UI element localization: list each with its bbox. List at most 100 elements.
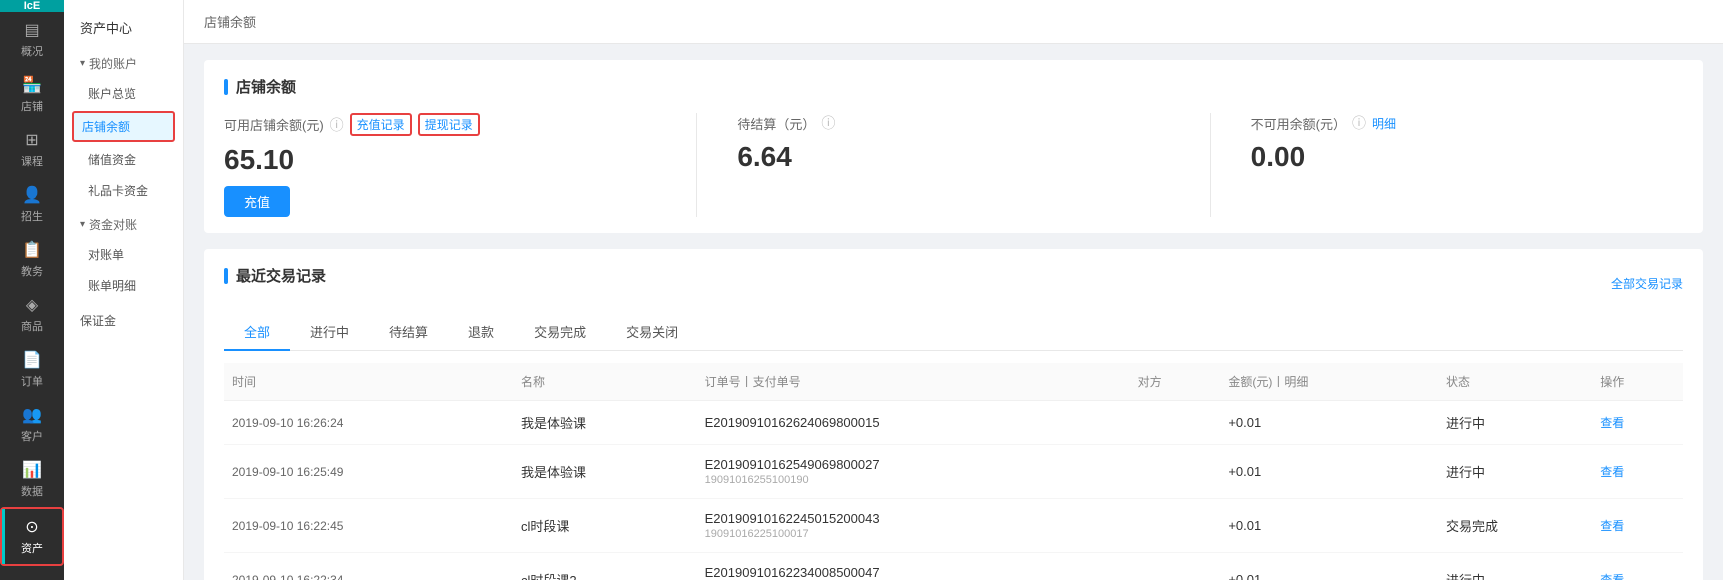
- tab-pending[interactable]: 待结算: [369, 314, 448, 351]
- tab-refund[interactable]: 退款: [448, 314, 514, 351]
- cell-time: 2019-09-10 16:22:45: [224, 499, 513, 553]
- course-icon: ⊞: [25, 130, 38, 150]
- tab-complete[interactable]: 交易完成: [514, 314, 606, 351]
- sidebar-label-teacher: 教务: [21, 263, 43, 279]
- info-icon[interactable]: ⓘ: [330, 115, 344, 135]
- cell-counterpart: [1130, 401, 1221, 445]
- records-header: 最近交易记录 全部交易记录: [224, 265, 1683, 302]
- balance-col-pending: 待结算（元） ⓘ 6.64: [737, 113, 1169, 183]
- records-card: 最近交易记录 全部交易记录 全部 进行中 待结算 退款 交易完成 交易关闭 时间…: [204, 249, 1703, 580]
- sidebar-label-recruit: 招生: [21, 208, 43, 224]
- nav-item-gift-card[interactable]: 礼品卡资金: [64, 175, 183, 206]
- detail-link[interactable]: 明细: [1372, 115, 1396, 132]
- col-action: 操作: [1592, 363, 1683, 401]
- pending-info-icon[interactable]: ⓘ: [821, 113, 835, 133]
- nav-item-deposit[interactable]: 保证金: [64, 305, 183, 336]
- cell-action[interactable]: 查看: [1592, 445, 1683, 499]
- sidebar-label-asset: 资产: [21, 540, 43, 556]
- cell-amount: +0.01: [1220, 401, 1438, 445]
- recharge-record-link[interactable]: 充值记录: [350, 113, 412, 136]
- customer-icon: 👥: [22, 405, 42, 425]
- sidebar-label-order: 订单: [21, 373, 43, 389]
- cell-name: 我是体验课: [513, 445, 697, 499]
- balance-col-unavailable: 不可用余额(元） ⓘ 明细 0.00: [1251, 113, 1683, 183]
- col-counterpart: 对方: [1130, 363, 1221, 401]
- cell-time: 2019-09-10 16:26:24: [224, 401, 513, 445]
- nav-item-account-detail[interactable]: 账单明细: [64, 270, 183, 301]
- nav-section-account-title[interactable]: ▾ 我的账户: [64, 49, 183, 78]
- sidebar-item-order[interactable]: 📄 订单: [0, 342, 64, 397]
- cell-amount: +0.01: [1220, 553, 1438, 580]
- available-balance-value: 65.10: [224, 144, 656, 176]
- nav-item-account-overview[interactable]: 账户总览: [64, 78, 183, 109]
- cell-status: 进行中: [1438, 401, 1592, 445]
- balance-section-title: 店铺余额: [224, 76, 1683, 97]
- cell-amount: +0.01: [1220, 445, 1438, 499]
- balance-divider: [696, 113, 697, 217]
- sidebar-item-overview[interactable]: ▤ 概况: [0, 12, 64, 67]
- apps-icon: ⚏: [25, 574, 39, 580]
- cell-name: 我是体验课: [513, 401, 697, 445]
- main-content: 店铺余额 店铺余额 可用店铺余额(元) ⓘ 充值记录 提现记录 65.10 充值: [184, 0, 1723, 580]
- arrow-down-icon: ▾: [80, 58, 85, 69]
- cell-action[interactable]: 查看: [1592, 401, 1683, 445]
- store-icon: 🏪: [22, 75, 42, 95]
- nav-section-reconciliation-title[interactable]: ▾ 资金对账: [64, 210, 183, 239]
- sidebar-item-apps[interactable]: ⚏ 应用: [0, 566, 64, 580]
- sidebar-item-goods[interactable]: ◈ 商品: [0, 287, 64, 342]
- nav-item-stored-value[interactable]: 储值资金: [64, 144, 183, 175]
- col-name: 名称: [513, 363, 697, 401]
- balance-row: 可用店铺余额(元) ⓘ 充值记录 提现记录 65.10 充值 待结算（元） ⓘ …: [224, 113, 1683, 217]
- cell-counterpart: [1130, 499, 1221, 553]
- cell-order: E20190910162624069800015: [697, 401, 1130, 445]
- sidebar-bottom: ⚏ 应用 ⚙ 设置: [0, 566, 64, 580]
- sidebar-item-store[interactable]: 🏪 店铺: [0, 67, 64, 122]
- cell-counterpart: [1130, 445, 1221, 499]
- second-nav-title: 资产中心: [64, 10, 183, 45]
- sidebar-item-asset[interactable]: ⊙ 资产: [0, 507, 64, 566]
- cell-time: 2019-09-10 16:25:49: [224, 445, 513, 499]
- nav-item-reconciliation[interactable]: 对账单: [64, 239, 183, 270]
- tab-group: 全部 进行中 待结算 退款 交易完成 交易关闭: [224, 314, 1683, 351]
- cell-amount: +0.01: [1220, 499, 1438, 553]
- nav-item-store-balance[interactable]: 店铺余额: [72, 111, 175, 142]
- cell-action[interactable]: 查看: [1592, 553, 1683, 580]
- withdraw-record-link[interactable]: 提现记录: [418, 113, 480, 136]
- goods-icon: ◈: [26, 295, 38, 315]
- cell-order: E20190910162549069800027 190910162551001…: [697, 445, 1130, 499]
- cell-status: 进行中: [1438, 553, 1592, 580]
- unavailable-balance-value: 0.00: [1251, 141, 1683, 173]
- records-table: 时间 名称 订单号丨支付单号 对方 金额(元)丨明细 状态 操作 2019-09…: [224, 363, 1683, 580]
- recruit-icon: 👤: [22, 185, 42, 205]
- tab-all[interactable]: 全部: [224, 314, 290, 351]
- nav-section-other: 保证金: [64, 305, 183, 336]
- cell-action[interactable]: 查看: [1592, 499, 1683, 553]
- sidebar-label-course: 课程: [21, 153, 43, 169]
- sidebar-item-customer[interactable]: 👥 客户: [0, 397, 64, 452]
- tab-closed[interactable]: 交易关闭: [606, 314, 698, 351]
- sidebar-item-data[interactable]: 📊 数据: [0, 452, 64, 507]
- data-icon: 📊: [22, 460, 42, 480]
- sidebar-item-teacher[interactable]: 📋 教务: [0, 232, 64, 287]
- pending-balance-value: 6.64: [737, 141, 1169, 173]
- sidebar-item-recruit[interactable]: 👤 招生: [0, 177, 64, 232]
- sidebar-item-course[interactable]: ⊞ 课程: [0, 122, 64, 177]
- content-area: 店铺余额 可用店铺余额(元) ⓘ 充值记录 提现记录 65.10 充值 待结算（…: [184, 44, 1723, 580]
- cell-order: E20190910162234008500047 190910162360001…: [697, 553, 1130, 580]
- col-time: 时间: [224, 363, 513, 401]
- all-records-link[interactable]: 全部交易记录: [1611, 275, 1683, 292]
- recharge-button[interactable]: 充值: [224, 186, 290, 217]
- second-nav: 资产中心 ▾ 我的账户 账户总览 店铺余额 储值资金 礼品卡资金 ▾ 资金对账 …: [64, 0, 184, 580]
- balance-col-available: 可用店铺余额(元) ⓘ 充值记录 提现记录 65.10 充值: [224, 113, 656, 217]
- table-row: 2019-09-10 16:22:45 cl时段课 E2019091016224…: [224, 499, 1683, 553]
- tab-in-progress[interactable]: 进行中: [290, 314, 369, 351]
- balance-divider2: [1210, 113, 1211, 217]
- cell-status: 进行中: [1438, 445, 1592, 499]
- unavailable-info-icon[interactable]: ⓘ: [1352, 113, 1366, 133]
- records-section-title: 最近交易记录: [224, 265, 326, 286]
- sidebar-label-customer: 客户: [21, 428, 43, 444]
- available-balance-label: 可用店铺余额(元) ⓘ 充值记录 提现记录: [224, 113, 656, 136]
- balance-card: 店铺余额 可用店铺余额(元) ⓘ 充值记录 提现记录 65.10 充值 待结算（…: [204, 60, 1703, 233]
- sidebar-label-data: 数据: [21, 483, 43, 499]
- teacher-icon: 📋: [22, 240, 42, 260]
